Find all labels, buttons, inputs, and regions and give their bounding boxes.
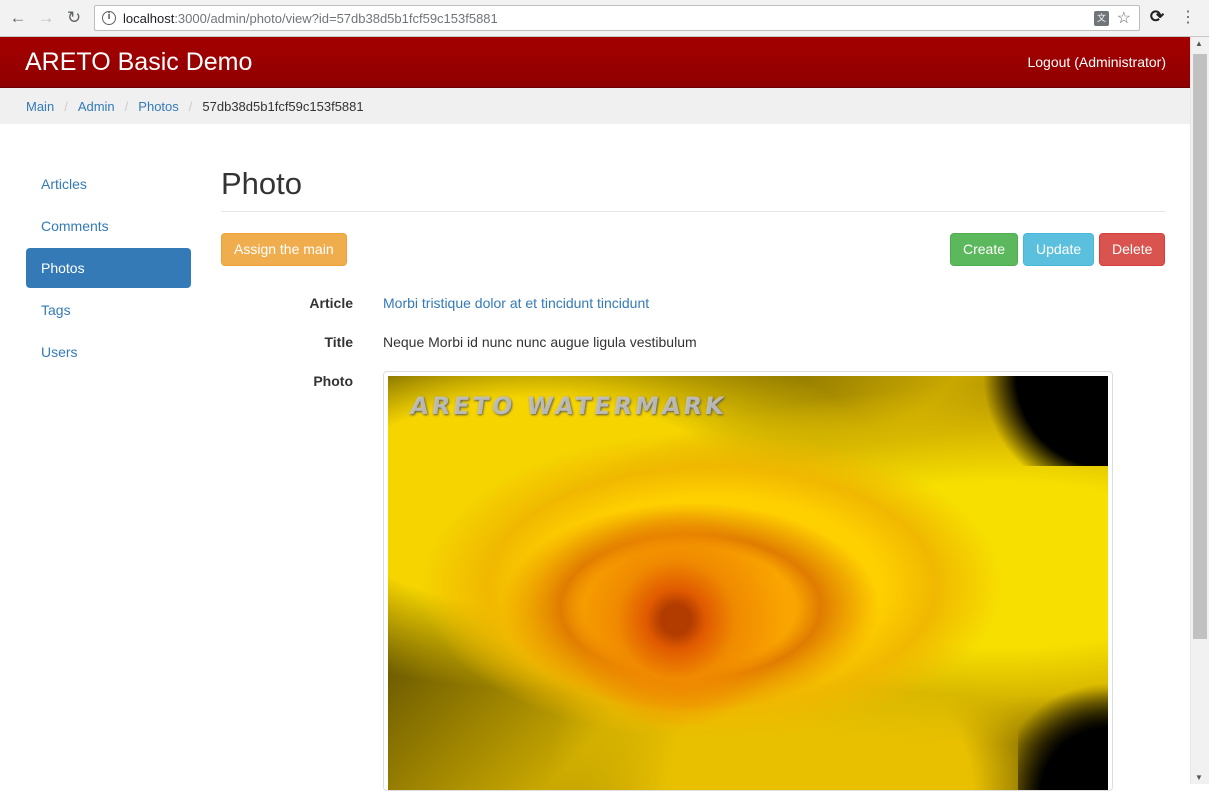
sidebar-nav: Articles Comments Photos Tags Users [26, 164, 191, 374]
photo-label: Photo [313, 373, 353, 389]
forward-icon[interactable]: → [36, 8, 56, 28]
sidebar-item-tags[interactable]: Tags [26, 290, 191, 330]
app-navbar: ARETO Basic Demo Logout (Administrator) [0, 37, 1190, 88]
breadcrumb-photos[interactable]: Photos [138, 99, 178, 114]
title-value: Neque Morbi id nunc nunc augue ligula ve… [383, 334, 697, 350]
url-host: localhost [123, 11, 175, 26]
sidebar-item-articles[interactable]: Articles [26, 164, 191, 204]
article-label: Article [309, 295, 353, 311]
photo-dark-corner [968, 376, 1108, 466]
reload-icon[interactable]: ↻ [64, 8, 84, 28]
url-text[interactable]: localhost:3000/admin/photo/view?id=57db3… [123, 11, 498, 26]
url-path: :3000/admin/photo/view?id=57db38d5b1fcf5… [174, 11, 498, 26]
title-label: Title [324, 334, 353, 350]
delete-button[interactable]: Delete [1099, 233, 1166, 266]
rose-photo: ARETO WATERMARK [388, 376, 1108, 790]
page-title: Photo [221, 166, 303, 201]
assign-main-button[interactable]: Assign the main [221, 233, 347, 266]
sidebar-item-comments[interactable]: Comments [26, 206, 191, 246]
breadcrumb-current: 57db38d5b1fcf59c153f5881 [202, 99, 364, 114]
sidebar-item-photos[interactable]: Photos [26, 248, 191, 288]
info-icon[interactable]: i [102, 11, 116, 25]
watermark-text: ARETO WATERMARK [408, 392, 729, 420]
brand-title[interactable]: ARETO Basic Demo [25, 48, 252, 77]
photo-thumbnail: ARETO WATERMARK [383, 371, 1113, 791]
scroll-down-arrow-icon[interactable]: ▼ [1195, 773, 1203, 782]
back-icon[interactable]: ← [8, 8, 28, 28]
photo-dark-corner [1018, 676, 1108, 790]
bookmark-star-icon[interactable]: ☆ [1117, 8, 1131, 28]
page-scrollbar[interactable]: ▲ ▼ [1190, 37, 1209, 784]
scroll-up-arrow-icon[interactable]: ▲ [1195, 39, 1203, 48]
address-bar[interactable]: i localhost:3000/admin/photo/view?id=57d… [94, 5, 1140, 31]
browser-toolbar: ← → ↻ i localhost:3000/admin/photo/view?… [0, 0, 1209, 37]
breadcrumb: Main / Admin / Photos / 57db38d5b1fcf59c153f58… [0, 88, 1190, 124]
sidebar-item-users[interactable]: Users [26, 332, 191, 372]
logout-link[interactable]: Logout (Administrator) [1027, 54, 1166, 70]
translate-icon[interactable]: 文 [1094, 11, 1109, 26]
breadcrumb-main[interactable]: Main [26, 99, 54, 114]
scrollbar-thumb[interactable] [1193, 54, 1207, 639]
title-divider [221, 211, 1166, 212]
article-value: Morbi tristique dolor at et tincidunt ti… [383, 295, 649, 311]
breadcrumb-separator: / [188, 99, 193, 114]
browser-menu-icon[interactable]: ⋮ [1180, 8, 1196, 28]
breadcrumb-separator: / [64, 99, 68, 114]
create-button[interactable]: Create [950, 233, 1019, 266]
article-link[interactable]: Morbi tristique dolor at et tincidunt ti… [383, 295, 649, 311]
breadcrumb-admin[interactable]: Admin [78, 99, 115, 114]
breadcrumb-separator: / [124, 99, 129, 114]
update-button[interactable]: Update [1023, 233, 1095, 266]
extension-sync-icon[interactable]: ⟳ [1148, 8, 1166, 26]
